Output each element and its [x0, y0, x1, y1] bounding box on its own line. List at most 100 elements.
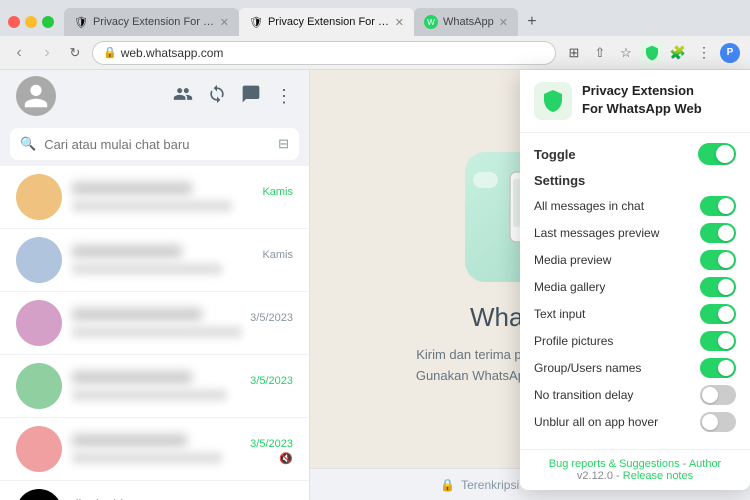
forward-button[interactable]: ›	[36, 42, 58, 64]
wa-search-input[interactable]	[44, 137, 270, 152]
toolbar-icons: ⊞ ⇧ ☆ 🧩 ⋮ P	[562, 41, 742, 65]
toggle-no-transition[interactable]	[700, 385, 736, 405]
toggle-text-input[interactable]	[700, 304, 736, 324]
setting-row-media-preview: Media preview	[534, 250, 736, 270]
wa-header-icons: ⋮	[173, 84, 293, 109]
setting-row-group-names: Group/Users names	[534, 358, 736, 378]
tab-2[interactable]: 🛡 Privacy Extension For WhatsA... ✕	[239, 8, 414, 36]
new-tab-button[interactable]: +	[518, 8, 546, 36]
toggle-all-messages[interactable]	[700, 196, 736, 216]
toggle-media-gallery[interactable]	[700, 277, 736, 297]
back-button[interactable]: ‹	[8, 42, 30, 64]
profile-icon[interactable]: P	[718, 41, 742, 65]
ext-header: Privacy Extension For WhatsApp Web	[520, 70, 750, 133]
setting-row-unblur-hover: Unblur all on app hover	[534, 412, 736, 432]
ext-footer: Bug reports & Suggestions - Author v2.12…	[520, 449, 750, 490]
setting-row-all-messages: All messages in chat	[534, 196, 736, 216]
chat-name	[72, 434, 187, 447]
extensions-grid-icon[interactable]: ⊞	[562, 41, 586, 65]
toggle-switch-main[interactable]	[698, 143, 736, 165]
address-bar: ‹ › ↻ 🔒 web.whatsapp.com ⊞ ⇧ ☆ 🧩 ⋮ P	[0, 36, 750, 70]
avatar	[16, 426, 62, 472]
toggle-unblur-hover[interactable]	[700, 412, 736, 432]
traffic-lights	[8, 16, 54, 36]
setting-label: Media preview	[534, 253, 611, 267]
tab-1-favicon: 🛡	[74, 16, 88, 29]
toggle-last-preview[interactable]	[700, 223, 736, 243]
lock-icon: 🔒	[440, 478, 455, 492]
chat-preview	[72, 200, 232, 212]
tab-3-close[interactable]: ✕	[499, 16, 508, 29]
setting-label: Unblur all on app hover	[534, 415, 658, 429]
chat-item[interactable]: ♪ tiktok-video... 3/5/2023 🔇	[0, 481, 309, 500]
setting-label: All messages in chat	[534, 199, 644, 213]
bookmark-icon[interactable]: ☆	[614, 41, 638, 65]
toggle-media-preview[interactable]	[700, 250, 736, 270]
search-icon: 🔍	[20, 136, 36, 152]
puzzle-icon[interactable]: 🧩	[666, 41, 690, 65]
ext-toggle-row: Toggle	[534, 143, 736, 165]
ext-title-line1: Privacy Extension	[582, 82, 702, 100]
ext-logo	[534, 82, 572, 120]
setting-label: Media gallery	[534, 280, 605, 294]
avatar	[16, 174, 62, 220]
chat-item[interactable]: 3/5/2023	[0, 292, 309, 355]
setting-label: No transition delay	[534, 388, 633, 402]
reload-button[interactable]: ↻	[64, 42, 86, 64]
main-area: ⋮ 🔍 ⊟ Kamis	[0, 70, 750, 500]
setting-label: Text input	[534, 307, 585, 321]
setting-row-no-transition: No transition delay	[534, 385, 736, 405]
setting-row-media-gallery: Media gallery	[534, 277, 736, 297]
whatsapp-sidebar: ⋮ 🔍 ⊟ Kamis	[0, 70, 310, 500]
ext-title-line2: For WhatsApp Web	[582, 100, 702, 118]
tab-1[interactable]: 🛡 Privacy Extension For WhatsA... ✕	[64, 8, 239, 36]
traffic-light-red[interactable]	[8, 16, 20, 28]
tab-1-title: Privacy Extension For WhatsA...	[93, 16, 215, 28]
wa-search-bar: 🔍 ⊟	[0, 122, 309, 166]
chat-name	[72, 371, 192, 384]
chat-time: Kamis	[262, 186, 293, 198]
toggle-group-names[interactable]	[700, 358, 736, 378]
traffic-light-green[interactable]	[42, 16, 54, 28]
toggle-profile-pictures[interactable]	[700, 331, 736, 351]
tab-3-title: WhatsApp	[443, 16, 494, 28]
filter-icon[interactable]: ⊟	[278, 136, 289, 152]
avatar	[16, 300, 62, 346]
avatar: ♪	[16, 489, 62, 500]
chat-item[interactable]: Kamis	[0, 229, 309, 292]
more-icon[interactable]: ⋮	[692, 41, 716, 65]
version-text: v2.12.0	[577, 470, 613, 482]
share-icon[interactable]: ⇧	[588, 41, 612, 65]
tab-1-close[interactable]: ✕	[220, 16, 229, 29]
tab-3[interactable]: W WhatsApp ✕	[414, 8, 518, 36]
chat-time: 3/5/2023	[250, 312, 293, 324]
ext-privacy-icon[interactable]	[640, 41, 664, 65]
tab-2-close[interactable]: ✕	[395, 16, 404, 29]
wa-menu-icon[interactable]: ⋮	[275, 86, 293, 107]
chat-time: 3/5/2023	[250, 438, 293, 450]
chat-name	[72, 182, 192, 195]
tab-2-favicon: 🛡	[249, 16, 263, 29]
author-link[interactable]: Author	[689, 458, 721, 470]
setting-label: Group/Users names	[534, 361, 641, 375]
chat-item[interactable]: Kamis	[0, 166, 309, 229]
url-bar[interactable]: 🔒 web.whatsapp.com	[92, 41, 556, 65]
chat-name	[72, 308, 202, 321]
chat-preview	[72, 452, 222, 464]
wa-community-icon[interactable]	[173, 84, 193, 109]
chat-item[interactable]: 3/5/2023	[0, 355, 309, 418]
ext-body: Toggle Settings All messages in chat Las…	[520, 133, 750, 449]
traffic-light-yellow[interactable]	[25, 16, 37, 28]
toggle-label: Toggle	[534, 147, 576, 162]
bug-reports-link[interactable]: Bug reports & Suggestions	[549, 458, 680, 470]
wa-chat-icon[interactable]	[241, 84, 261, 109]
wa-my-avatar[interactable]	[16, 76, 56, 116]
release-notes-link[interactable]: Release notes	[623, 470, 693, 482]
extension-popup: Privacy Extension For WhatsApp Web Toggl…	[520, 70, 750, 490]
mute-icon: 🔇	[279, 452, 293, 465]
wa-refresh-icon[interactable]	[207, 84, 227, 109]
chat-item[interactable]: 3/5/2023 🔇	[0, 418, 309, 481]
chat-list: Kamis Kamis	[0, 166, 309, 500]
wa-header: ⋮	[0, 70, 309, 122]
chat-preview	[72, 326, 242, 338]
